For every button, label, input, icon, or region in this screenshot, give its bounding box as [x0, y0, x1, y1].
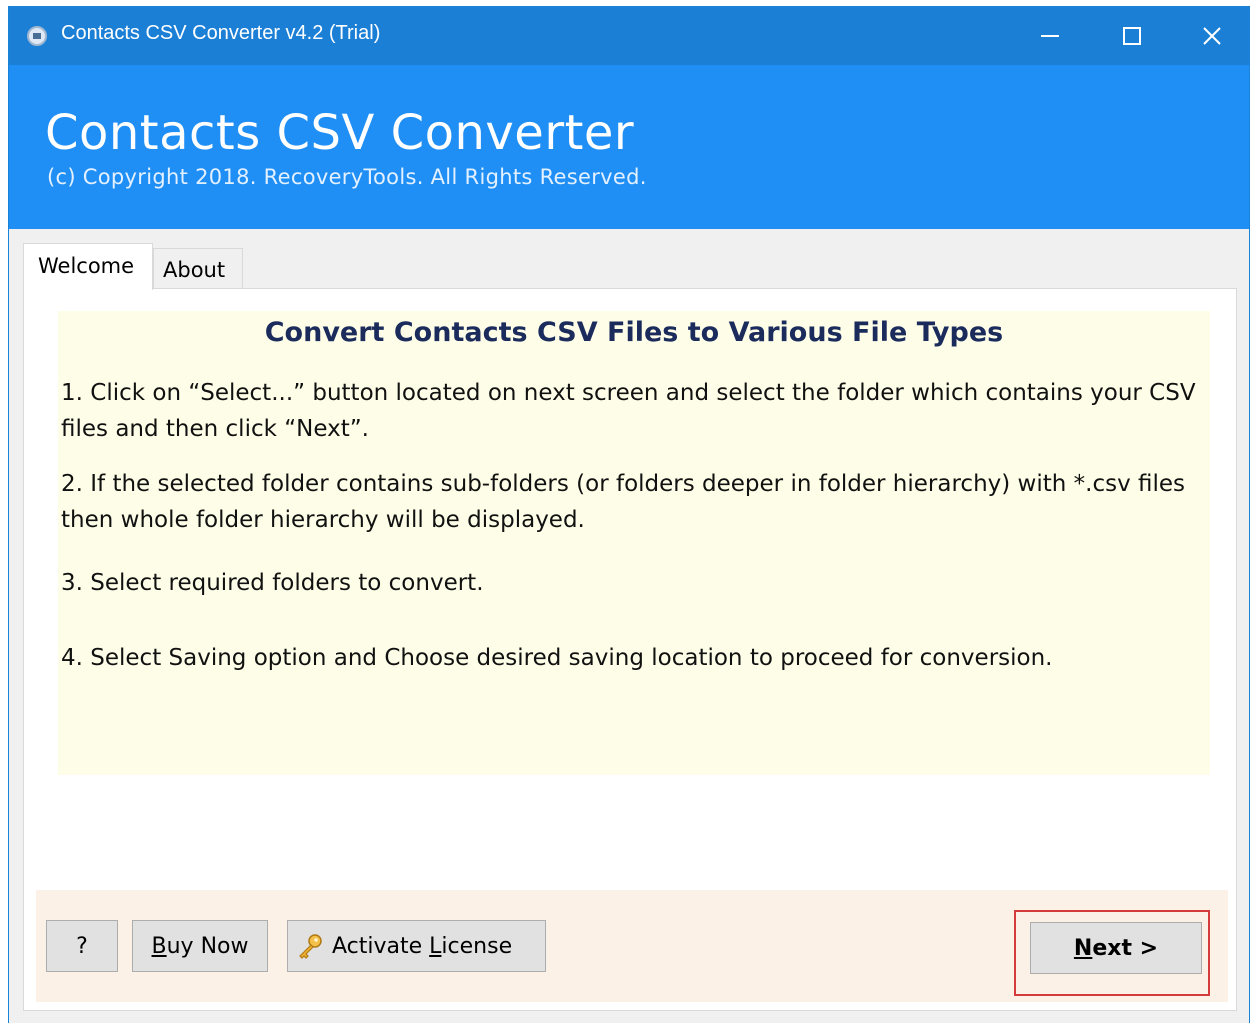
app-title: Contacts CSV Converter: [45, 105, 635, 161]
app-window: Contacts CSV Converter v4.2 (Trial) Cont…: [8, 6, 1250, 1023]
close-icon: [1203, 27, 1221, 45]
app-icon: [27, 26, 47, 46]
tab-about-label: About: [163, 258, 226, 282]
tab-about[interactable]: About: [153, 248, 243, 289]
instruction-step-1: 1. Click on “Select...” button located o…: [61, 380, 1196, 442]
instructions-heading: Convert Contacts CSV Files to Various Fi…: [264, 317, 1004, 348]
minimize-button[interactable]: [1009, 7, 1091, 65]
close-button[interactable]: [1171, 7, 1250, 65]
tab-welcome-label: Welcome: [38, 254, 135, 278]
tab-welcome[interactable]: Welcome: [23, 243, 153, 290]
next-button-highlight: Next >: [1014, 910, 1210, 996]
instructions-box: Convert Contacts CSV Files to Various Fi…: [58, 311, 1210, 775]
activate-license-prefix: Activate: [332, 933, 430, 959]
buy-now-label: uy Now: [166, 933, 249, 959]
maximize-icon: [1123, 27, 1141, 45]
key-icon: [299, 934, 322, 959]
activate-license-button[interactable]: Activate License: [287, 920, 546, 972]
buy-now-button[interactable]: Buy Now: [132, 920, 268, 972]
instruction-step-4: 4. Select Saving option and Choose desir…: [61, 645, 1053, 671]
main-content: Welcome About Convert Contacts CSV Files…: [9, 229, 1249, 1023]
window-title: Contacts CSV Converter v4.2 (Trial): [61, 22, 381, 44]
activate-license-mnemonic: L: [429, 933, 442, 959]
app-header: Contacts CSV Converter (c) Copyright 201…: [9, 65, 1249, 229]
next-mnemonic: N: [1073, 935, 1093, 961]
copyright-text: (c) Copyright 2018. RecoveryTools. All R…: [47, 165, 647, 189]
button-bar: ? Buy Now Activate License Next >: [36, 890, 1228, 1002]
title-bar[interactable]: Contacts CSV Converter v4.2 (Trial): [9, 7, 1249, 65]
activate-license-rest: icense: [441, 933, 513, 959]
instruction-step-2: 2. If the selected folder contains sub-f…: [61, 471, 1186, 533]
next-button[interactable]: Next >: [1030, 922, 1202, 974]
instruction-step-3: 3. Select required folders to convert.: [61, 570, 484, 596]
help-button[interactable]: ?: [46, 920, 118, 972]
next-button-label: ext >: [1092, 935, 1159, 961]
welcome-panel: Convert Contacts CSV Files to Various Fi…: [23, 288, 1237, 1011]
help-button-label: ?: [76, 933, 88, 959]
maximize-button[interactable]: [1091, 7, 1173, 65]
minimize-icon: [1041, 35, 1059, 37]
buy-now-mnemonic: B: [151, 933, 167, 959]
